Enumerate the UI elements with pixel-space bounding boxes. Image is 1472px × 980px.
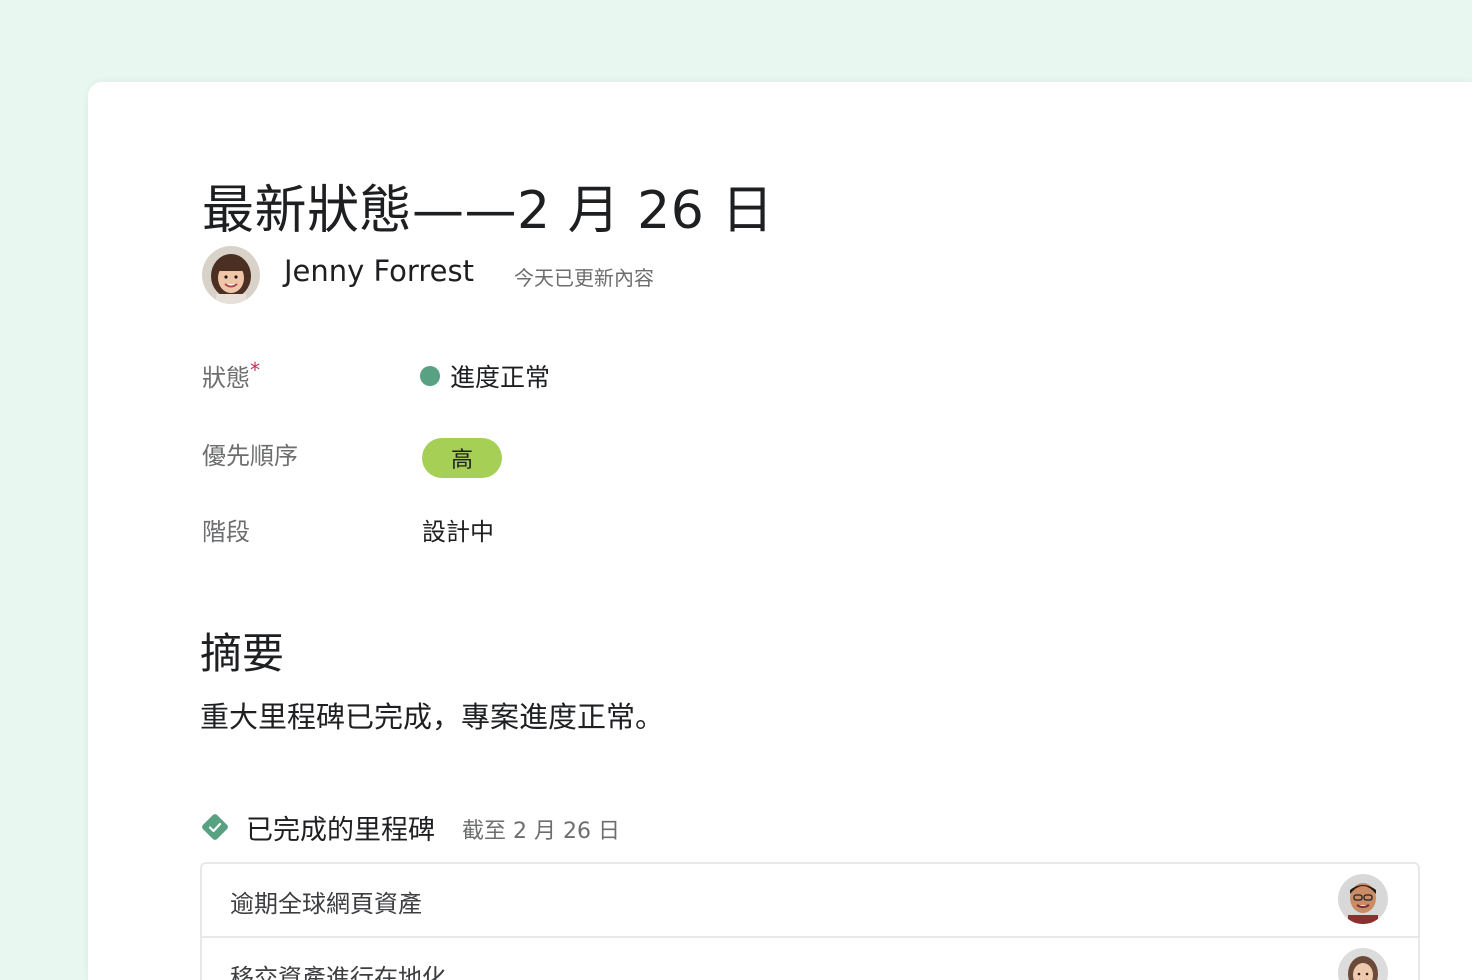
author-avatar-image bbox=[202, 246, 260, 304]
priority-badge[interactable]: 高 bbox=[422, 438, 502, 478]
status-label-text: 狀態 bbox=[202, 364, 250, 392]
milestone-label: 移交資產進行在地化 bbox=[230, 964, 446, 980]
status-selector[interactable]: 進度正常 bbox=[420, 358, 550, 394]
updated-timestamp: 今天已更新內容 bbox=[514, 266, 654, 290]
summary-heading: 摘要 bbox=[200, 629, 285, 678]
update-title: 最新狀態——2 月 26 日 bbox=[202, 181, 774, 241]
author-avatar[interactable] bbox=[202, 246, 260, 304]
required-mark: * bbox=[250, 358, 260, 382]
milestone-label: 逾期全球網頁資產 bbox=[230, 890, 422, 918]
milestones-heading: 已完成的里程碑 bbox=[246, 815, 435, 846]
status-dot-icon bbox=[420, 366, 440, 386]
summary-text: 重大里程碑已完成，專案進度正常。 bbox=[200, 700, 665, 734]
stage-field-label: 階段 bbox=[202, 518, 250, 546]
assignee-avatar[interactable] bbox=[1338, 874, 1388, 924]
status-field-label: 狀態* bbox=[202, 358, 260, 393]
list-item[interactable]: 移交資產進行在地化 bbox=[202, 938, 1418, 980]
milestones-list: 逾期全球網頁資產 移交資產進行在地化 bbox=[200, 862, 1420, 980]
priority-field-label: 優先順序 bbox=[202, 442, 298, 470]
diamond-check-icon bbox=[200, 812, 230, 842]
list-item[interactable]: 逾期全球網頁資產 bbox=[202, 864, 1418, 938]
status-value: 進度正常 bbox=[450, 363, 551, 392]
stage-value[interactable]: 設計中 bbox=[422, 512, 494, 547]
assignee-avatar-image bbox=[1338, 948, 1388, 980]
assignee-avatar[interactable] bbox=[1338, 948, 1388, 980]
assignee-avatar-image bbox=[1338, 874, 1388, 924]
status-update-card: 最新狀態——2 月 26 日 Jenny Forrest 今天已更新內容 狀態*… bbox=[88, 82, 1472, 980]
milestones-date: 截至 2 月 26 日 bbox=[462, 819, 620, 844]
author-name[interactable]: Jenny Forrest bbox=[284, 254, 474, 288]
